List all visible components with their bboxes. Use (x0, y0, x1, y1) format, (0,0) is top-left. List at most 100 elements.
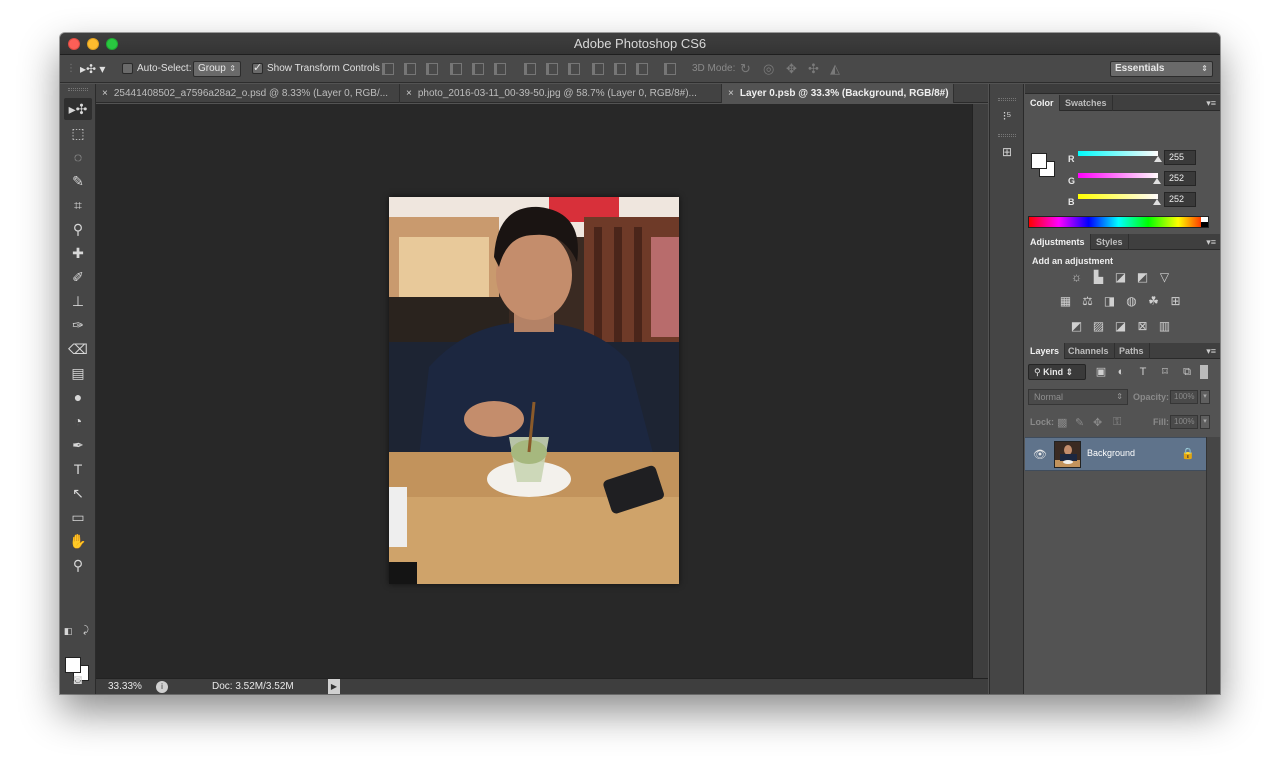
panel-collapse-bar[interactable] (1025, 84, 1220, 94)
zoom-level[interactable]: 33.33% (108, 679, 142, 694)
channel-mixer-icon[interactable]: ☘ (1146, 295, 1161, 308)
crop-tool-icon[interactable]: ⌗ (64, 194, 92, 216)
show-transform-checkbox[interactable] (252, 61, 263, 74)
invert-icon[interactable]: ◩ (1069, 320, 1084, 333)
align-left-icon[interactable] (450, 63, 462, 75)
visibility-eye-icon[interactable]: 👁 (1033, 448, 1047, 461)
panel-menu-icon[interactable]: ▾≡ (1206, 343, 1216, 359)
tab-color[interactable]: Color (1025, 95, 1060, 111)
3d-roll-icon[interactable]: ◎ (763, 61, 774, 77)
shape-layer-filter-icon[interactable]: ⌑ (1158, 365, 1172, 379)
blue-slider-handle[interactable] (1153, 199, 1161, 205)
tab-adjustments[interactable]: Adjustments (1025, 234, 1091, 250)
posterize-icon[interactable]: ▨ (1091, 320, 1106, 333)
threshold-icon[interactable]: ◪ (1113, 320, 1128, 333)
smart-object-filter-icon[interactable]: ⧉ (1180, 365, 1194, 379)
zoom-tool-icon[interactable]: ⚲ (64, 554, 92, 576)
photo-filter-icon[interactable]: ◍ (1124, 295, 1139, 308)
panel-grip[interactable] (998, 134, 1016, 137)
color-balance-icon[interactable]: ⚖ (1080, 295, 1095, 308)
red-value-field[interactable]: 255 (1164, 150, 1196, 165)
levels-icon[interactable]: ▙ (1091, 271, 1106, 284)
document-tab[interactable]: × 25441408502_a7596a28a2_o.psd @ 8.33% (L… (96, 84, 400, 103)
healing-brush-tool-icon[interactable]: ✚ (64, 242, 92, 264)
lock-transparent-pixels-icon[interactable]: ▩ (1057, 416, 1067, 429)
color-lookup-icon[interactable]: ⊞ (1168, 295, 1183, 308)
curves-icon[interactable]: ◪ (1113, 271, 1128, 284)
properties-panel-icon[interactable]: ⊞ (999, 144, 1015, 160)
distribute-hcenter-icon[interactable] (614, 63, 626, 75)
hand-tool-icon[interactable]: ✋ (64, 530, 92, 552)
lock-image-pixels-icon[interactable]: ✎ (1075, 416, 1084, 429)
opacity-field[interactable]: 100% (1170, 390, 1198, 404)
move-tool-preset-icon[interactable]: ▸✣ ▾ (80, 55, 105, 83)
green-value-field[interactable]: 252 (1164, 171, 1196, 186)
document-tab-active[interactable]: × Layer 0.psb @ 33.3% (Background, RGB/8#… (722, 84, 954, 103)
eyedropper-tool-icon[interactable]: ⚲ (64, 218, 92, 240)
clone-stamp-tool-icon[interactable]: ⊥ (64, 290, 92, 312)
foreground-color-swatch[interactable] (65, 657, 81, 673)
close-tab-icon[interactable]: × (728, 88, 734, 99)
filter-toggle-switch[interactable] (1200, 365, 1208, 379)
type-layer-filter-icon[interactable]: T (1136, 365, 1150, 379)
layer-name[interactable]: Background (1087, 448, 1135, 458)
pen-tool-icon[interactable]: ✒ (64, 434, 92, 456)
screen-mode-icon[interactable] (64, 690, 92, 694)
opacity-stepper-icon[interactable]: ▾ (1200, 390, 1210, 404)
swap-colors-icon[interactable]: ⤸ (78, 620, 94, 642)
panel-menu-icon[interactable]: ▾≡ (1206, 95, 1216, 111)
gradient-tool-icon[interactable]: ▤ (64, 362, 92, 384)
align-hcenter-icon[interactable] (472, 63, 484, 75)
dodge-tool-icon[interactable]: ◔ (64, 410, 92, 432)
align-top-icon[interactable] (382, 63, 394, 75)
red-slider-handle[interactable] (1154, 156, 1162, 162)
brush-tool-icon[interactable]: ✐ (64, 266, 92, 288)
document-photo[interactable] (389, 197, 679, 584)
blur-tool-icon[interactable]: ● (64, 386, 92, 408)
hue-saturation-icon[interactable]: ▦ (1058, 295, 1073, 308)
lock-all-icon[interactable]: ⚿ (1113, 416, 1121, 429)
fill-stepper-icon[interactable]: ▾ (1200, 415, 1210, 429)
layer-row-background[interactable]: 👁 Background 🔒 (1025, 437, 1206, 471)
history-panel-icon[interactable]: ⁝⁵ (999, 108, 1015, 124)
green-slider-handle[interactable] (1153, 178, 1161, 184)
gradient-map-icon[interactable]: ▥ (1157, 320, 1172, 333)
path-selection-tool-icon[interactable]: ↖ (64, 482, 92, 504)
distribute-right-icon[interactable] (636, 63, 648, 75)
align-right-icon[interactable] (494, 63, 506, 75)
3d-pan-icon[interactable]: ✥ (786, 61, 797, 77)
minimize-window-button[interactable] (87, 38, 99, 50)
close-tab-icon[interactable]: × (102, 88, 108, 99)
pixel-layer-filter-icon[interactable]: ▣ (1094, 365, 1108, 379)
tab-channels[interactable]: Channels (1063, 343, 1115, 359)
blend-mode-dropdown[interactable]: Normal ⇕ (1028, 389, 1128, 405)
rectangle-tool-icon[interactable]: ▭ (64, 506, 92, 528)
toolbar-grip[interactable] (68, 88, 88, 91)
move-tool-icon[interactable]: ▸✣ (64, 98, 92, 120)
fill-field[interactable]: 100% (1170, 415, 1198, 429)
type-tool-icon[interactable]: T (64, 458, 92, 480)
panel-grip[interactable] (998, 98, 1016, 101)
distribute-vcenter-icon[interactable] (546, 63, 558, 75)
quick-selection-tool-icon[interactable]: ✎ (64, 170, 92, 192)
layers-scrollbar[interactable] (1206, 437, 1220, 694)
selective-color-icon[interactable]: ⊠ (1135, 320, 1150, 333)
default-colors-icon[interactable]: ◧ (60, 620, 76, 642)
tab-paths[interactable]: Paths (1114, 343, 1150, 359)
status-info-icon[interactable]: i (156, 681, 168, 693)
3d-scale-icon[interactable]: ◭ (830, 61, 840, 77)
auto-align-layers-icon[interactable] (664, 63, 676, 75)
tab-styles[interactable]: Styles (1091, 234, 1129, 250)
distribute-left-icon[interactable] (592, 63, 604, 75)
auto-select-checkbox[interactable] (122, 63, 133, 74)
color-foreground-swatch[interactable] (1031, 153, 1047, 169)
blue-value-field[interactable]: 252 (1164, 192, 1196, 207)
exposure-icon[interactable]: ◩ (1135, 271, 1150, 284)
tab-swatches[interactable]: Swatches (1060, 95, 1113, 111)
blue-slider-track[interactable] (1078, 194, 1158, 199)
align-bottom-icon[interactable] (426, 63, 438, 75)
vibrance-icon[interactable]: ▽ (1157, 271, 1172, 284)
document-tab[interactable]: × photo_2016-03-11_00-39-50.jpg @ 58.7% (… (400, 84, 722, 103)
black-white-icon[interactable]: ◨ (1102, 295, 1117, 308)
red-slider-track[interactable] (1078, 151, 1158, 156)
